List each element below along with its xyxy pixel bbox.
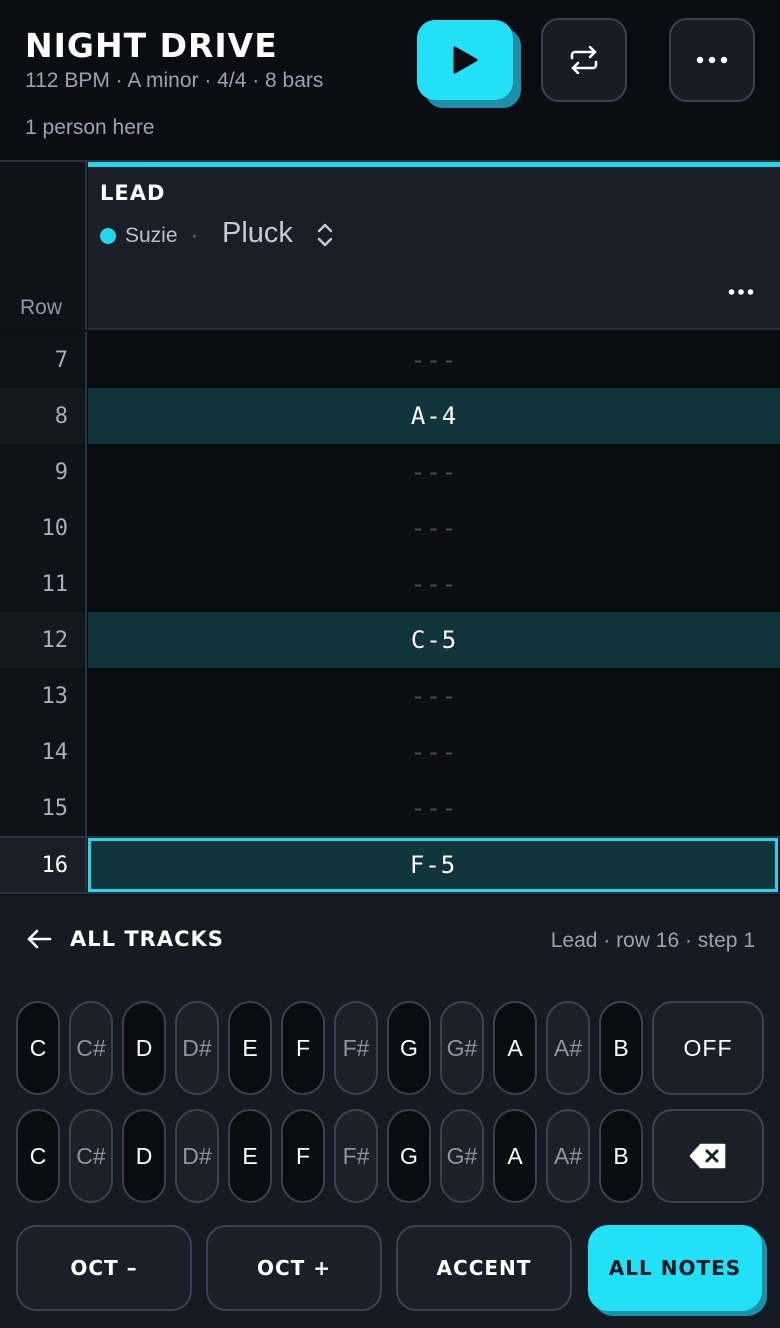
key-g-sharp[interactable]: G# — [440, 1001, 484, 1095]
grid-row-current: 16 F-5 — [0, 836, 780, 894]
track-header-lead[interactable]: LEAD Suzie · Pluck — [88, 162, 780, 330]
all-notes-button[interactable]: ALL NOTES — [588, 1225, 762, 1311]
loop-icon — [570, 46, 598, 74]
more-button[interactable] — [669, 18, 755, 102]
all-tracks-label: ALL TRACKS — [70, 927, 224, 951]
selected-note-cell[interactable]: F-5 — [88, 838, 778, 892]
grid-row: 15 --- — [0, 780, 780, 836]
all-tracks-button[interactable]: ALL TRACKS — [26, 927, 224, 951]
row-number: 7 — [0, 332, 87, 388]
track-name: LEAD — [100, 181, 166, 205]
backspace-icon — [689, 1143, 726, 1169]
key-g[interactable]: G — [387, 1109, 431, 1203]
row-number: 10 — [0, 500, 87, 556]
key-f-sharp[interactable]: F# — [334, 1109, 378, 1203]
key-f[interactable]: F — [281, 1109, 325, 1203]
grid-row: 9 --- — [0, 444, 780, 500]
key-c-sharp[interactable]: C# — [69, 1001, 113, 1095]
note-cell[interactable]: --- — [88, 500, 780, 556]
chevron-updown-icon[interactable] — [316, 221, 334, 249]
key-f[interactable]: F — [281, 1001, 325, 1095]
note-cell[interactable]: --- — [88, 556, 780, 612]
track-user: Suzie — [125, 224, 178, 247]
row-header-label: Row — [20, 296, 63, 319]
key-b[interactable]: B — [599, 1001, 643, 1095]
key-d-sharp[interactable]: D# — [175, 1109, 219, 1203]
key-g[interactable]: G — [387, 1001, 431, 1095]
octave-up-button[interactable]: OCT + — [206, 1225, 382, 1311]
key-f-sharp[interactable]: F# — [334, 1001, 378, 1095]
pattern-grid: 7 --- 8 A-4 9 --- 10 --- 11 --- 12 C-5 1… — [0, 332, 780, 894]
key-a-sharp[interactable]: A# — [546, 1001, 590, 1095]
note-cell[interactable]: --- — [88, 444, 780, 500]
track-more-icon[interactable] — [728, 288, 754, 296]
key-c[interactable]: C — [16, 1001, 60, 1095]
row-number: 8 — [0, 388, 87, 444]
row-number: 14 — [0, 724, 87, 780]
note-entry-panel: ALL TRACKS Lead · row 16 · step 1 C C# D… — [0, 895, 780, 1328]
key-a-sharp[interactable]: A# — [546, 1109, 590, 1203]
grid-row: 14 --- — [0, 724, 780, 780]
key-e[interactable]: E — [228, 1001, 272, 1095]
row-number: 13 — [0, 668, 87, 724]
song-meta: 112 BPM · A minor · 4/4 · 8 bars — [25, 69, 324, 92]
key-b[interactable]: B — [599, 1109, 643, 1203]
key-c[interactable]: C — [16, 1109, 60, 1203]
key-a[interactable]: A — [493, 1001, 537, 1095]
instrument-select[interactable]: Pluck — [222, 217, 293, 250]
grid-row: 7 --- — [0, 332, 780, 388]
presence-count: 1 person here — [25, 116, 155, 139]
loop-button[interactable] — [541, 18, 627, 102]
note-cell[interactable]: --- — [88, 668, 780, 724]
play-button[interactable] — [417, 20, 513, 100]
row-number: 9 — [0, 444, 87, 500]
key-g-sharp[interactable]: G# — [440, 1109, 484, 1203]
track-separator: · — [191, 224, 198, 247]
backspace-button[interactable] — [652, 1109, 764, 1203]
note-cell[interactable]: --- — [88, 724, 780, 780]
cursor-status: Lead · row 16 · step 1 — [550, 929, 755, 952]
song-header: NIGHT DRIVE 112 BPM · A minor · 4/4 · 8 … — [0, 0, 780, 160]
grid-row: 11 --- — [0, 556, 780, 612]
row-number: 15 — [0, 780, 87, 836]
grid-row: 8 A-4 — [0, 388, 780, 444]
note-cell[interactable]: --- — [88, 332, 780, 388]
more-icon — [696, 56, 728, 64]
accent-button[interactable]: ACCENT — [396, 1225, 572, 1311]
key-c-sharp[interactable]: C# — [69, 1109, 113, 1203]
song-title: NIGHT DRIVE — [25, 26, 278, 65]
note-cell[interactable]: --- — [88, 780, 780, 836]
grid-row: 13 --- — [0, 668, 780, 724]
key-d[interactable]: D — [122, 1001, 166, 1095]
note-off-button[interactable]: OFF — [652, 1001, 764, 1095]
note-cell[interactable]: C-5 — [88, 612, 780, 668]
grid-row: 10 --- — [0, 500, 780, 556]
key-e[interactable]: E — [228, 1109, 272, 1203]
user-presence-dot — [100, 228, 116, 244]
key-d-sharp[interactable]: D# — [175, 1001, 219, 1095]
row-number: 16 — [0, 838, 87, 892]
arrow-left-icon — [27, 929, 52, 949]
row-number: 11 — [0, 556, 87, 612]
key-d[interactable]: D — [122, 1109, 166, 1203]
play-icon — [453, 46, 478, 74]
row-number: 12 — [0, 612, 87, 668]
key-a[interactable]: A — [493, 1109, 537, 1203]
note-cell[interactable]: A-4 — [88, 388, 780, 444]
row-header-column: Row — [0, 162, 87, 330]
octave-down-button[interactable]: OCT – — [16, 1225, 192, 1311]
grid-row: 12 C-5 — [0, 612, 780, 668]
